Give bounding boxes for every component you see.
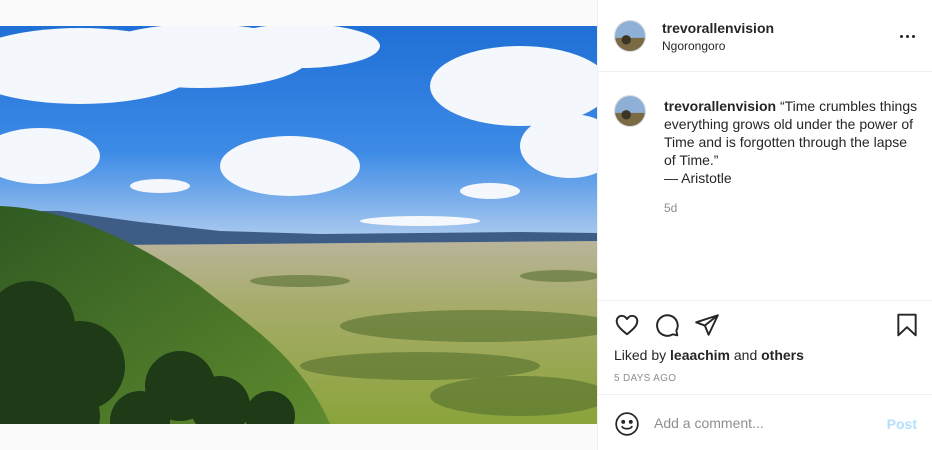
dot: [899, 34, 903, 38]
avatar-image: [615, 21, 645, 51]
dot: [905, 34, 909, 38]
post-dialog: trevorallenvision Ngorongoro trevorallen…: [0, 0, 932, 450]
post-age[interactable]: 5 DAYS AGO: [614, 373, 676, 384]
comment-input[interactable]: [654, 412, 874, 434]
avatar-image: [615, 96, 645, 126]
liked-by-others-link[interactable]: others: [761, 347, 804, 363]
caption-section: trevorallenvision “Time crumbles things …: [598, 73, 932, 300]
post-header: trevorallenvision Ngorongoro: [598, 0, 932, 72]
likes-summary: Liked by leaachim and others: [614, 347, 804, 363]
liked-by-prefix: Liked by: [614, 347, 667, 363]
post-photo[interactable]: [0, 26, 597, 424]
post-comment-button[interactable]: Post: [887, 416, 917, 432]
more-options-icon[interactable]: [895, 24, 919, 48]
caption-username[interactable]: trevorallenvision: [664, 98, 776, 114]
comment-icon[interactable]: [654, 312, 680, 338]
liked-by-user-link[interactable]: leaachim: [670, 347, 730, 363]
comment-bar: Post: [598, 394, 932, 450]
emoji-icon[interactable]: [614, 411, 640, 437]
heart-icon[interactable]: [614, 312, 640, 338]
dot: [911, 34, 915, 38]
author-avatar[interactable]: [614, 20, 646, 52]
post-side-panel: trevorallenvision Ngorongoro trevorallen…: [597, 0, 932, 450]
caption-text: trevorallenvision “Time crumbles things …: [664, 97, 919, 187]
caption-timestamp[interactable]: 5d: [664, 201, 677, 215]
action-bar: Liked by leaachim and others 5 DAYS AGO: [598, 300, 932, 394]
caption-author-avatar[interactable]: [614, 95, 646, 127]
bookmark-icon[interactable]: [894, 312, 920, 338]
landscape-image: [0, 26, 597, 424]
liked-by-and: and: [733, 347, 758, 363]
post-location[interactable]: Ngorongoro: [662, 39, 725, 53]
author-username[interactable]: trevorallenvision: [662, 20, 774, 36]
paper-plane-icon[interactable]: [694, 312, 720, 338]
